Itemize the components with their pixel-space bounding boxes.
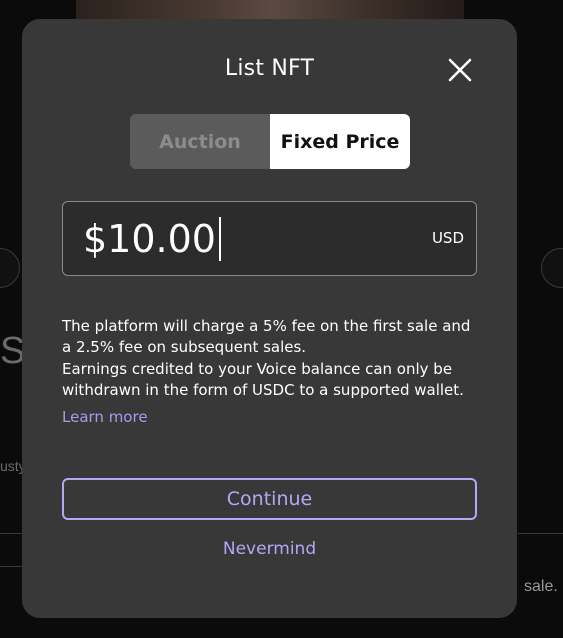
withdrawal-info-text: Earnings credited to your Voice balance … <box>62 360 464 399</box>
learn-more-link[interactable]: Learn more <box>62 408 148 426</box>
price-input-value: $10.00 <box>83 217 221 261</box>
nevermind-button[interactable]: Nevermind <box>22 539 517 559</box>
fee-info-text: The platform will charge a 5% fee on the… <box>62 317 471 356</box>
background-divider <box>0 533 22 534</box>
close-icon <box>448 58 472 82</box>
background-prev-button[interactable] <box>0 248 20 288</box>
background-divider <box>518 533 563 534</box>
listing-type-toggle: Auction Fixed Price <box>130 114 410 169</box>
background-next-button[interactable] <box>541 248 563 288</box>
modal-title: List NFT <box>224 56 315 81</box>
currency-label: USD <box>431 229 464 247</box>
price-input[interactable]: $10.00 USD <box>62 201 477 276</box>
fee-info: The platform will charge a 5% fee on the… <box>62 316 482 401</box>
text-caret <box>218 217 221 261</box>
background-divider <box>0 566 22 567</box>
background-text-fragment-right: sale. <box>524 578 558 595</box>
list-nft-modal: List NFT Auction Fixed Price $10.00 USD … <box>22 19 517 618</box>
tab-fixed-price[interactable]: Fixed Price <box>270 114 410 169</box>
tab-auction[interactable]: Auction <box>130 114 270 169</box>
close-button[interactable] <box>446 56 474 84</box>
price-value-text: $10.00 <box>83 217 216 261</box>
continue-button[interactable]: Continue <box>62 478 477 520</box>
